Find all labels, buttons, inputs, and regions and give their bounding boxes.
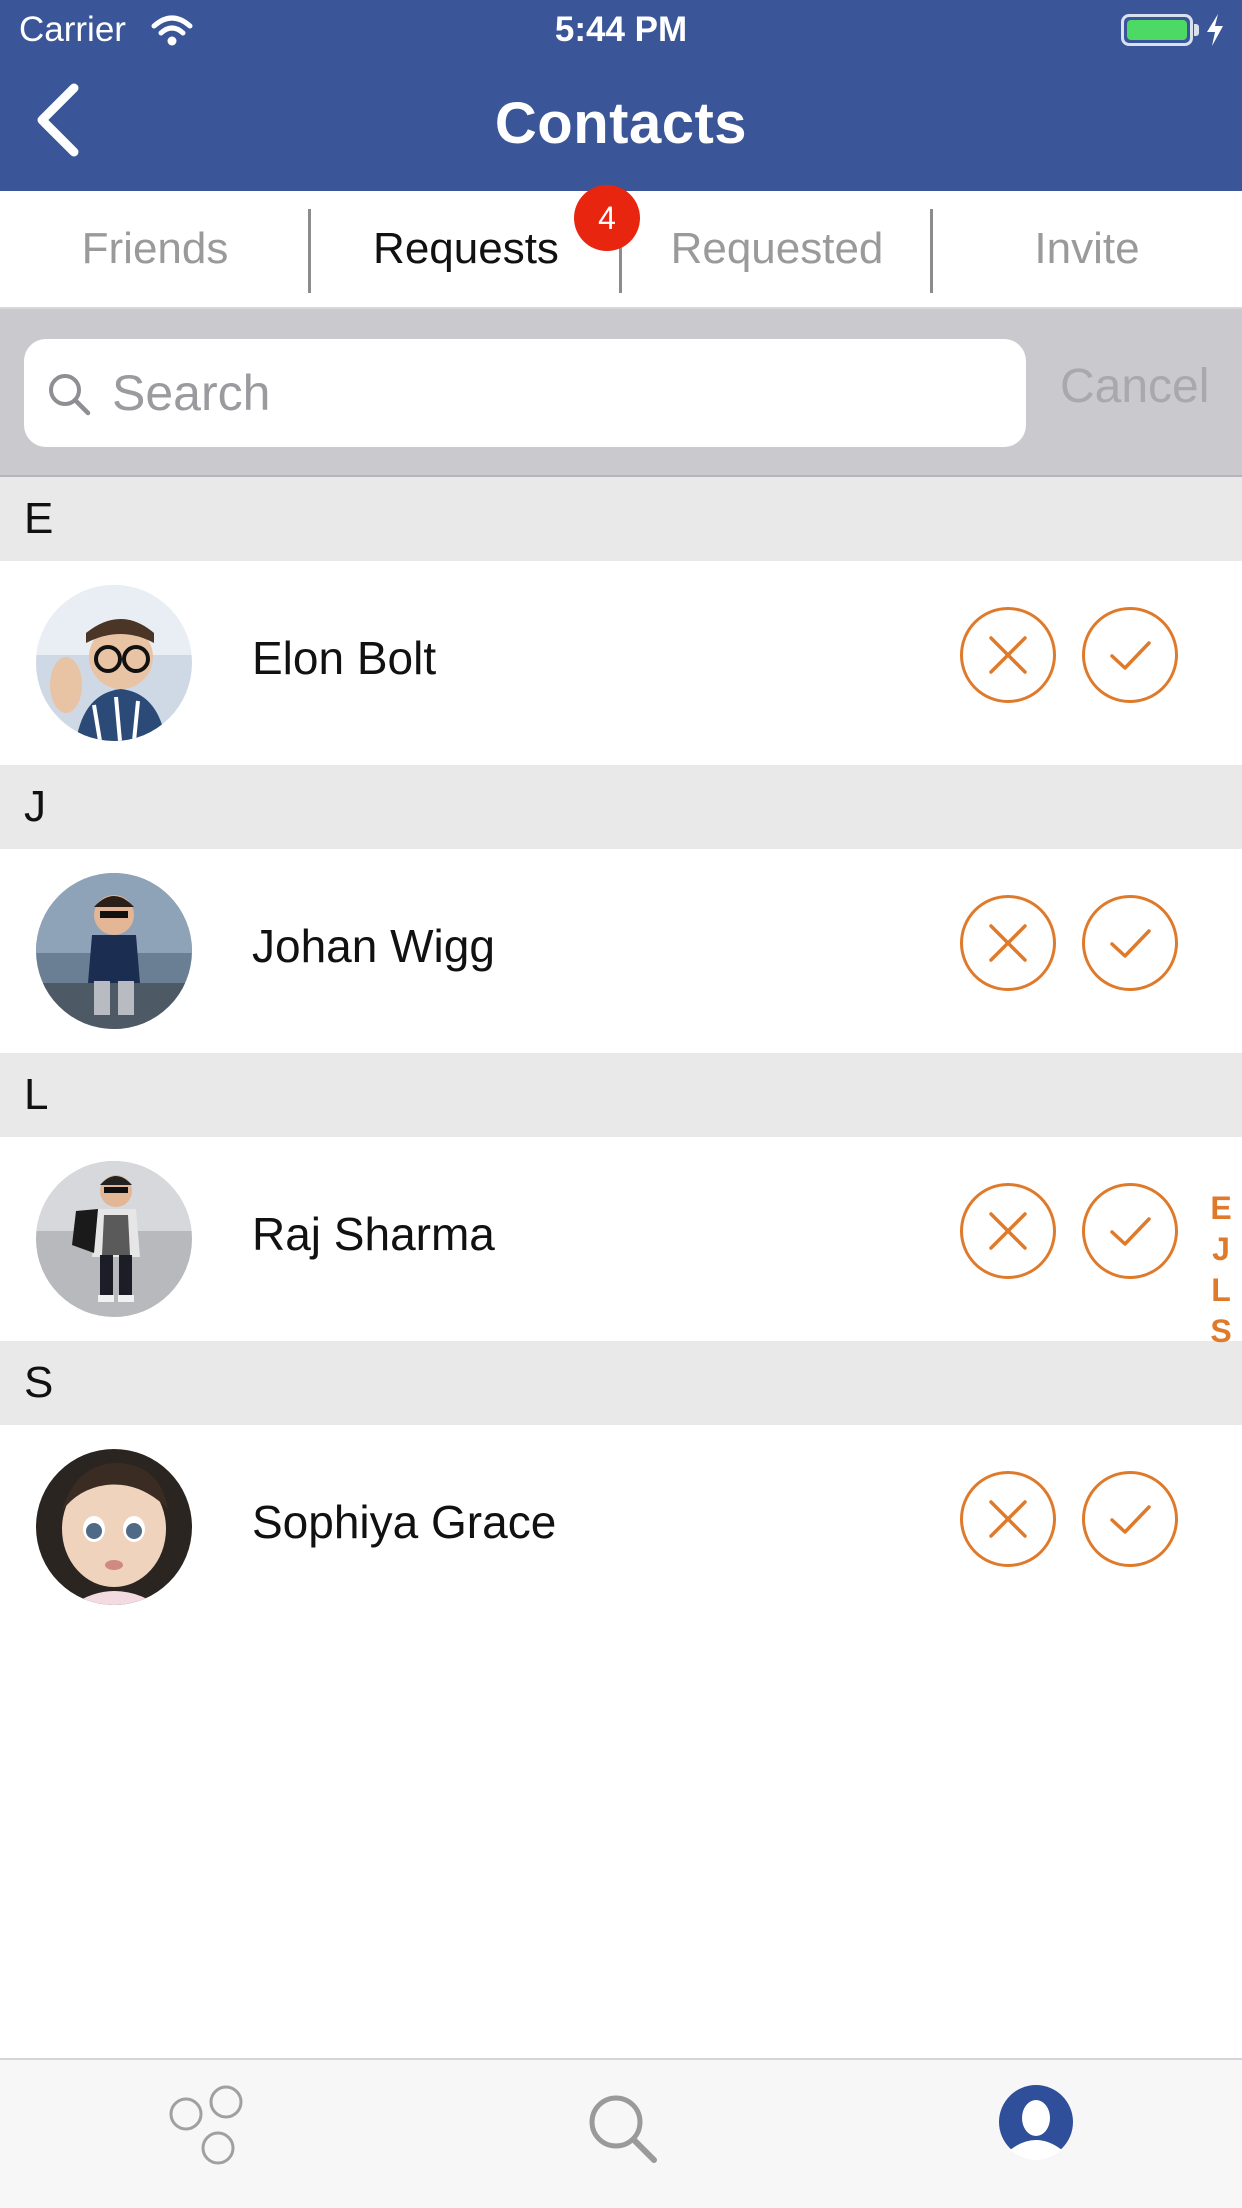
x-icon — [989, 1212, 1027, 1250]
tab-friends[interactable]: Friends — [0, 191, 310, 307]
search-icon[interactable] — [572, 2080, 672, 2180]
search-icon — [49, 374, 91, 416]
contact-name: Sophiya Grace — [252, 1496, 557, 1548]
tab-requested[interactable]: Requested — [622, 191, 932, 307]
cancel-button[interactable]: Cancel — [1060, 359, 1209, 414]
avatar — [36, 1449, 192, 1605]
bubbles-icon[interactable] — [156, 2080, 256, 2180]
contact-name: Johan Wigg — [252, 920, 495, 972]
avatar — [36, 585, 192, 741]
x-icon — [989, 1500, 1027, 1538]
accept-button[interactable] — [1082, 1471, 1178, 1567]
contact-name: Elon Bolt — [252, 632, 437, 684]
decline-button[interactable] — [960, 1471, 1056, 1567]
section-header-l: L — [0, 1053, 1242, 1137]
section-index[interactable]: E J L S — [1206, 1188, 1236, 1352]
decline-button[interactable] — [960, 1183, 1056, 1279]
tab-invite[interactable]: Invite — [932, 191, 1242, 307]
search-field[interactable] — [24, 339, 1026, 447]
index-letter-j[interactable]: J — [1206, 1229, 1236, 1270]
decline-button[interactable] — [960, 895, 1056, 991]
page-title: Contacts — [494, 91, 748, 156]
avatar — [36, 1161, 192, 1317]
navigation-bar: Carrier 5:44 PM Contacts — [0, 0, 1242, 191]
battery-tip — [1194, 24, 1199, 36]
status-time: 5:44 PM — [554, 10, 688, 49]
check-icon — [1110, 1505, 1151, 1534]
requests-count-badge: 4 — [574, 185, 640, 251]
x-icon — [989, 636, 1027, 674]
section-header-j: J — [0, 765, 1242, 849]
request-row[interactable]: Johan Wigg — [0, 849, 1242, 1053]
bottom-tab-bar — [0, 2058, 1242, 2208]
index-letter-l[interactable]: L — [1206, 1270, 1236, 1311]
check-icon — [1110, 929, 1151, 958]
request-row[interactable]: Elon Bolt — [0, 561, 1242, 765]
section-header-e: E — [0, 477, 1242, 561]
charging-icon — [1207, 14, 1223, 46]
index-letter-s[interactable]: S — [1206, 1311, 1236, 1352]
battery-icon — [1121, 14, 1193, 46]
contact-name: Raj Sharma — [252, 1208, 495, 1260]
request-row[interactable]: Raj Sharma — [0, 1137, 1242, 1341]
status-bar: Carrier 5:44 PM — [0, 0, 1242, 60]
x-icon — [989, 924, 1027, 962]
accept-button[interactable] — [1082, 1183, 1178, 1279]
search-input[interactable] — [112, 355, 1002, 431]
check-icon — [1110, 641, 1151, 670]
request-row[interactable]: Sophiya Grace — [0, 1425, 1242, 1629]
decline-button[interactable] — [960, 607, 1056, 703]
accept-button[interactable] — [1082, 895, 1178, 991]
index-letter-e[interactable]: E — [1206, 1188, 1236, 1229]
section-header-s: S — [0, 1341, 1242, 1425]
profile-icon[interactable] — [986, 2080, 1086, 2180]
search-bar: Cancel — [0, 309, 1242, 477]
avatar — [36, 873, 192, 1029]
check-icon — [1110, 1217, 1151, 1246]
accept-button[interactable] — [1082, 607, 1178, 703]
